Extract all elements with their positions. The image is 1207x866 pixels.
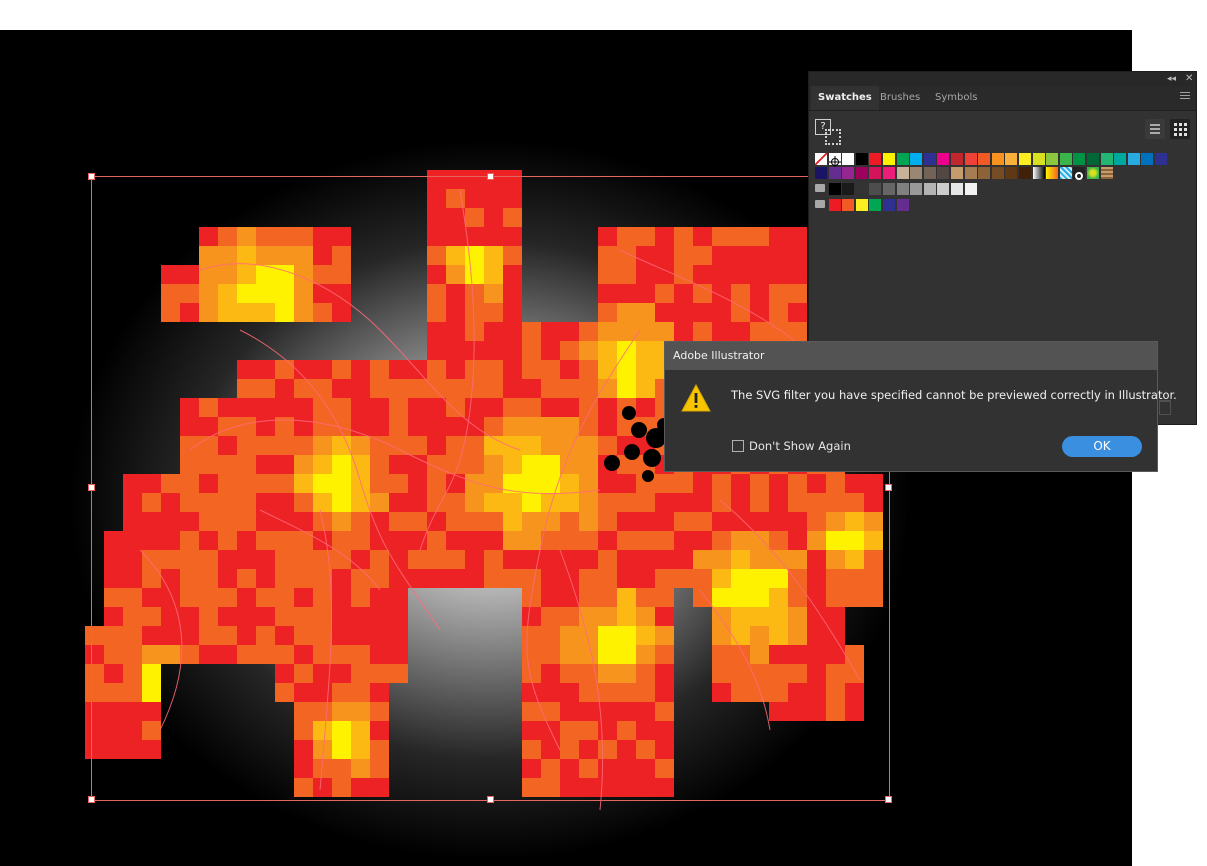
swatch[interactable] — [910, 167, 923, 179]
swatch[interactable] — [937, 183, 950, 195]
warning-icon — [681, 383, 711, 416]
dialog-message: The SVG filter you have specified cannot… — [731, 388, 1177, 402]
swatch[interactable] — [896, 153, 909, 165]
selection-handle-bl[interactable] — [88, 796, 95, 803]
swatch[interactable] — [923, 153, 936, 165]
swatch[interactable] — [923, 167, 936, 179]
swatch[interactable] — [910, 153, 923, 165]
swatch[interactable] — [828, 183, 841, 195]
swatch[interactable] — [1032, 153, 1045, 165]
swatch[interactable] — [855, 183, 868, 195]
swatch[interactable] — [855, 199, 868, 211]
selection-handle-mr[interactable] — [885, 484, 892, 491]
swatch[interactable] — [896, 199, 909, 211]
swatch[interactable] — [923, 183, 936, 195]
panel-tab-bar: Swatches Brushes Symbols — [809, 86, 1196, 111]
selection-handle-bm[interactable] — [487, 796, 494, 803]
swatch[interactable] — [1114, 153, 1127, 165]
swatch[interactable] — [1046, 153, 1059, 165]
swatch[interactable] — [842, 153, 855, 165]
swatch[interactable] — [896, 167, 909, 179]
grid-view-icon[interactable] — [1170, 119, 1190, 139]
trash-icon[interactable] — [1159, 400, 1171, 415]
panel-title-bar[interactable]: ◂◂ ✕ — [809, 72, 1196, 86]
tab-swatches[interactable]: Swatches — [811, 86, 879, 110]
swatch[interactable] — [828, 167, 841, 179]
swatch[interactable] — [869, 167, 882, 179]
fill-stroke-indicator[interactable]: ? — [815, 119, 843, 147]
tab-symbols[interactable]: Symbols — [928, 86, 984, 110]
swatch[interactable] — [951, 153, 963, 165]
double-chevron-left-icon[interactable]: ◂◂ — [1167, 72, 1176, 86]
checkbox-box[interactable] — [732, 440, 744, 452]
list-view-icon[interactable] — [1145, 119, 1165, 139]
swatch[interactable] — [828, 199, 841, 211]
ok-button[interactable]: OK — [1062, 436, 1142, 457]
swatch[interactable] — [1005, 167, 1018, 179]
folder-icon[interactable] — [815, 184, 825, 192]
swatch[interactable] — [964, 183, 977, 195]
swatch[interactable] — [951, 183, 963, 195]
swatch[interactable] — [1155, 153, 1167, 165]
swatch[interactable] — [828, 153, 841, 168]
close-icon[interactable]: ✕ — [1185, 72, 1193, 86]
selection-bounding-box — [91, 176, 890, 801]
swatch[interactable] — [1087, 153, 1099, 165]
swatch[interactable] — [1019, 167, 1031, 179]
swatch[interactable] — [964, 153, 977, 165]
swatch[interactable] — [883, 183, 895, 195]
swatch[interactable] — [1019, 153, 1031, 165]
swatch[interactable] — [896, 183, 909, 195]
swatch[interactable] — [842, 167, 855, 179]
swatch[interactable] — [1059, 167, 1072, 179]
selection-handle-br[interactable] — [885, 796, 892, 803]
swatch[interactable] — [910, 183, 923, 195]
swatch[interactable] — [978, 153, 991, 165]
swatch[interactable] — [1005, 153, 1018, 165]
swatch[interactable] — [1100, 167, 1113, 179]
swatch[interactable] — [815, 153, 827, 165]
swatch[interactable] — [1141, 153, 1154, 165]
swatch[interactable] — [1127, 153, 1140, 165]
hamburger-menu-icon[interactable] — [1180, 92, 1190, 101]
swatch[interactable] — [1073, 167, 1086, 180]
selection-handle-tm[interactable] — [487, 173, 494, 180]
swatch[interactable] — [991, 167, 1004, 179]
swatch[interactable] — [869, 199, 882, 211]
dont-show-again-checkbox[interactable]: Don't Show Again — [732, 439, 851, 453]
swatch[interactable] — [855, 153, 868, 165]
swatch[interactable] — [991, 153, 1004, 165]
swatch[interactable] — [964, 167, 977, 179]
swatch[interactable] — [951, 167, 963, 179]
swatch[interactable] — [1100, 153, 1113, 165]
swatch[interactable] — [883, 153, 895, 165]
alert-dialog: Adobe Illustrator The SVG filter you hav… — [664, 341, 1177, 472]
swatch[interactable] — [842, 199, 855, 211]
swatch[interactable] — [937, 167, 950, 179]
tab-brushes[interactable]: Brushes — [873, 86, 927, 110]
swatch[interactable] — [883, 199, 895, 211]
stroke-icon — [825, 129, 841, 145]
swatch[interactable] — [869, 183, 882, 195]
swatch[interactable] — [842, 183, 855, 195]
swatch[interactable] — [815, 167, 827, 179]
swatch[interactable] — [1059, 153, 1072, 165]
swatch[interactable] — [937, 153, 950, 165]
swatch[interactable] — [978, 167, 991, 179]
swatch[interactable] — [883, 167, 895, 179]
swatch[interactable] — [1032, 167, 1045, 179]
selection-handle-ml[interactable] — [88, 484, 95, 491]
dialog-title[interactable]: Adobe Illustrator — [665, 342, 1157, 370]
selection-handle-tl[interactable] — [88, 173, 95, 180]
swatch[interactable] — [855, 167, 868, 179]
swatch[interactable] — [1046, 167, 1059, 179]
swatch[interactable] — [1087, 167, 1099, 179]
swatch[interactable] — [869, 153, 882, 165]
checkbox-label[interactable]: Don't Show Again — [749, 439, 851, 453]
swatch[interactable] — [1073, 153, 1086, 165]
folder-icon[interactable] — [815, 200, 825, 208]
